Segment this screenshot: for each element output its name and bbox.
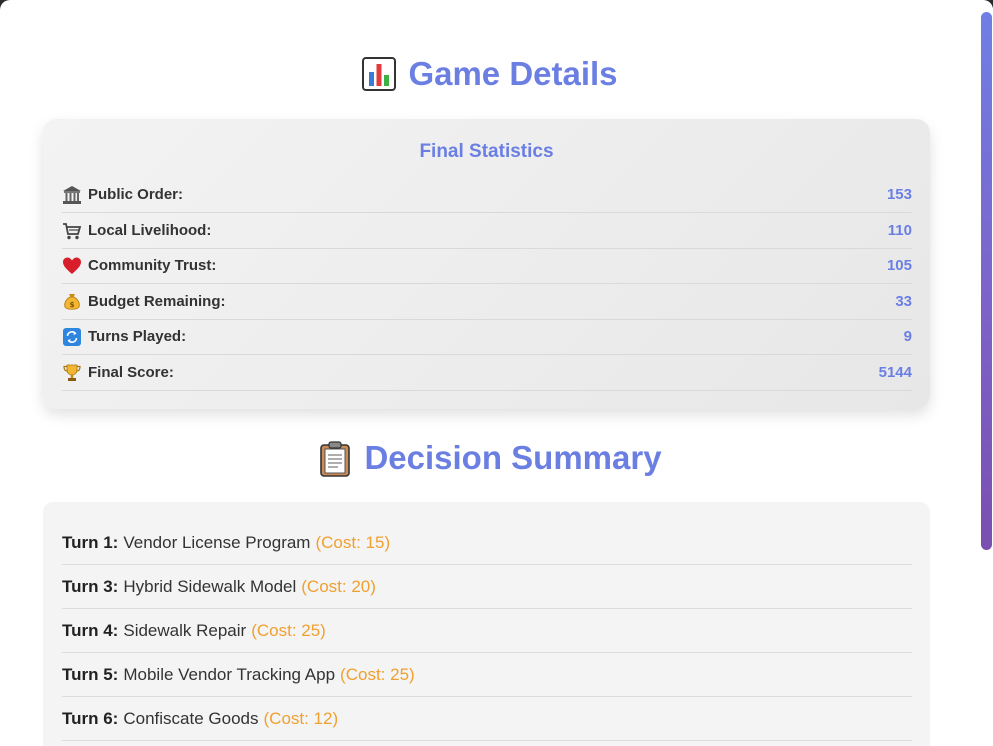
stat-label: Budget Remaining: bbox=[88, 293, 226, 310]
stat-label: Community Trust: bbox=[88, 257, 217, 274]
decision-turn: Turn 4: bbox=[62, 620, 119, 640]
decision-turn: Turn 1: bbox=[62, 532, 119, 552]
stat-row-budget-remaining: $ Budget Remaining: 33 bbox=[62, 284, 912, 320]
decision-summary-title: Decision Summary bbox=[0, 436, 980, 480]
bank-icon bbox=[62, 185, 82, 205]
decision-action: Confiscate Goods bbox=[123, 708, 259, 728]
content-scroll-area[interactable]: Game Details Final Statistics Public Ord… bbox=[0, 0, 980, 746]
final-statistics-heading: Final Statistics bbox=[419, 141, 554, 162]
money-bag-icon: $ bbox=[62, 292, 82, 312]
decision-summary-card: Turn 1: Vendor License Program (Cost: 15… bbox=[43, 502, 930, 746]
stat-value: 5144 bbox=[878, 364, 912, 381]
stat-value: 9 bbox=[903, 328, 912, 345]
stat-row-final-score: Final Score: 5144 bbox=[62, 355, 912, 391]
decision-cost: (Cost: 20) bbox=[301, 576, 376, 596]
game-details-title-text: Game Details bbox=[408, 55, 618, 92]
decision-summary-title-text: Decision Summary bbox=[364, 439, 662, 476]
stat-label: Turns Played: bbox=[88, 328, 187, 345]
stat-row-public-order: Public Order: 153 bbox=[62, 177, 912, 213]
decision-cost: (Cost: 25) bbox=[340, 664, 415, 684]
stat-row-local-livelihood: Local Livelihood: 110 bbox=[62, 213, 912, 249]
stat-value: 110 bbox=[887, 222, 912, 239]
game-details-window: Game Details Final Statistics Public Ord… bbox=[0, 0, 993, 746]
decision-action: Mobile Vendor Tracking App bbox=[123, 664, 336, 684]
heart-icon bbox=[62, 256, 82, 276]
decision-row: Turn 5: Mobile Vendor Tracking App (Cost… bbox=[62, 653, 912, 697]
decision-row: Turn 6: Confiscate Goods (Cost: 12) bbox=[62, 697, 912, 741]
decision-row: Turn 4: Sidewalk Repair (Cost: 25) bbox=[62, 609, 912, 653]
decision-action: Hybrid Sidewalk Model bbox=[123, 576, 297, 596]
stat-value: 33 bbox=[895, 293, 912, 310]
decision-cost: (Cost: 12) bbox=[263, 708, 339, 728]
final-statistics-card: Final Statistics Public Order: 153 Local… bbox=[43, 119, 930, 409]
decision-cost: (Cost: 15) bbox=[315, 532, 391, 552]
clipboard-icon bbox=[318, 441, 352, 477]
decision-cost: (Cost: 25) bbox=[251, 620, 326, 640]
decision-action: Sidewalk Repair bbox=[123, 620, 247, 640]
decision-action: Vendor License Program bbox=[123, 532, 311, 552]
svg-text:$: $ bbox=[70, 301, 75, 309]
stat-value: 105 bbox=[886, 257, 912, 274]
stat-label: Public Order: bbox=[88, 186, 184, 203]
scrollbar-thumb[interactable] bbox=[981, 12, 992, 550]
scrollbar[interactable] bbox=[980, 0, 993, 746]
decision-row: Turn 3: Hybrid Sidewalk Model (Cost: 20) bbox=[62, 565, 912, 609]
decision-turn: Turn 5: bbox=[62, 664, 119, 684]
stat-row-community-trust: Community Trust: 105 bbox=[62, 248, 912, 284]
stat-label: Local Livelihood: bbox=[88, 222, 212, 239]
decision-turn: Turn 3: bbox=[62, 576, 119, 596]
decision-turn: Turn 6: bbox=[62, 708, 119, 728]
stat-row-turns-played: Turns Played: 9 bbox=[62, 319, 912, 355]
trophy-icon bbox=[62, 363, 82, 383]
decision-row: Turn 1: Vendor License Program (Cost: 15… bbox=[62, 521, 912, 565]
bar-chart-icon bbox=[362, 57, 397, 91]
cart-icon bbox=[62, 221, 82, 241]
stat-value: 153 bbox=[886, 186, 912, 203]
stat-label: Final Score: bbox=[88, 364, 174, 381]
game-details-title: Game Details bbox=[0, 52, 980, 96]
refresh-icon bbox=[62, 327, 82, 347]
